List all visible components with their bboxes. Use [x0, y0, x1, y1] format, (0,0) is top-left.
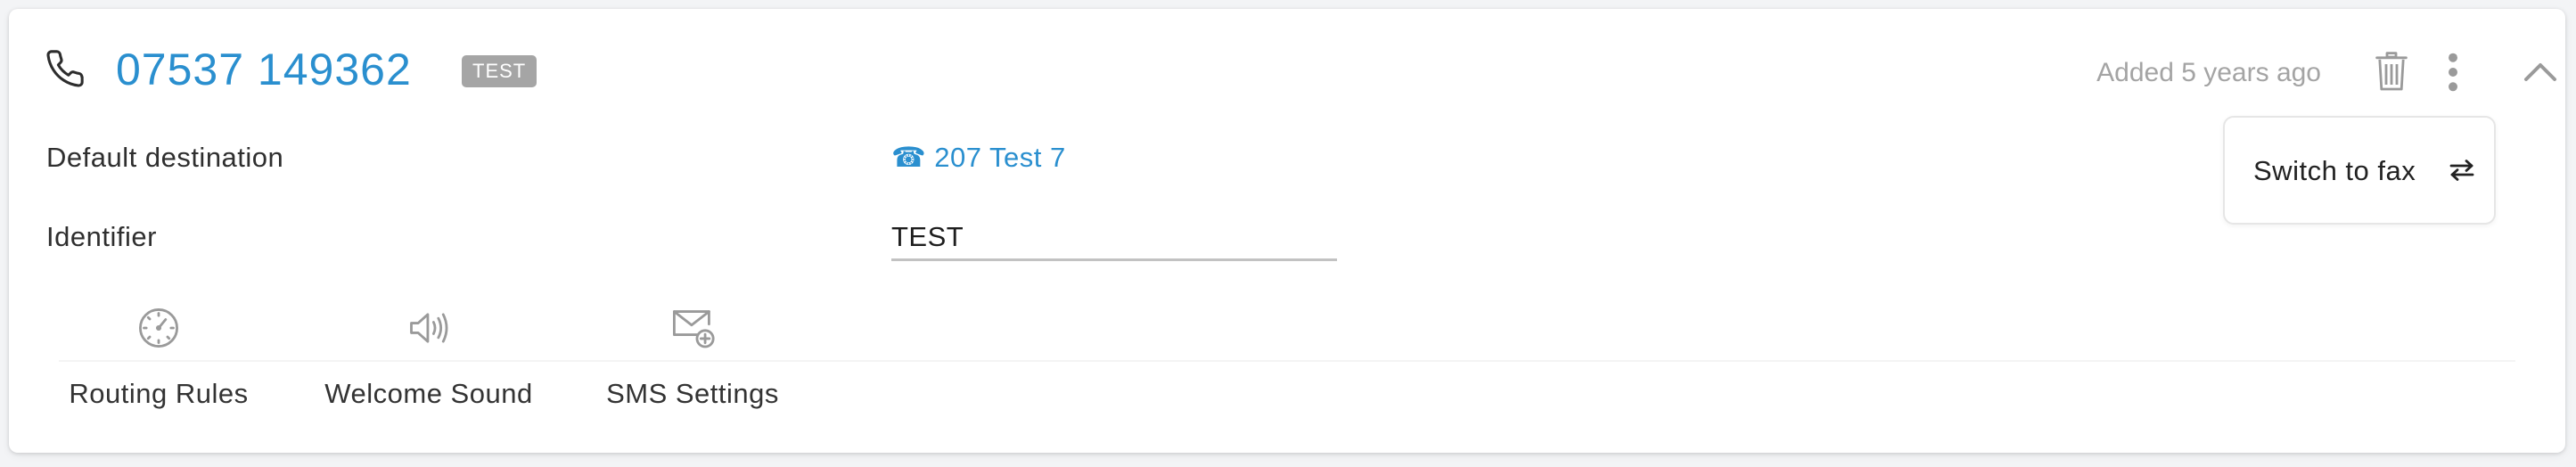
- switch-to-fax-label: Switch to fax: [2253, 155, 2416, 186]
- routing-rules-button[interactable]: Routing Rules: [61, 305, 257, 412]
- routing-rules-label: Routing Rules: [69, 378, 249, 409]
- envelope-plus-icon: [673, 310, 715, 348]
- welcome-sound-button[interactable]: Welcome Sound: [312, 305, 546, 412]
- default-destination-link[interactable]: ☎ 207 Test 7: [891, 140, 1066, 176]
- default-destination-label: Default destination: [46, 142, 284, 173]
- vertical-dots-icon[interactable]: [2442, 52, 2464, 93]
- clock-dial-icon: [139, 308, 178, 348]
- switch-to-fax-menu-item[interactable]: Switch to fax: [2223, 116, 2496, 225]
- identifier-tag-badge: TEST: [462, 55, 537, 87]
- speaker-icon: [410, 313, 448, 343]
- identifier-label: Identifier: [46, 221, 157, 252]
- phone-number-title: 07537 149362: [116, 45, 412, 94]
- phone-number-card: 07537 149362 TEST Added 5 years ago Defa…: [9, 9, 2565, 453]
- added-timestamp: Added 5 years ago: [2096, 58, 2321, 87]
- sms-settings-label: SMS Settings: [606, 378, 779, 409]
- swap-arrows-icon: [2449, 160, 2474, 181]
- identifier-input[interactable]: [891, 216, 1337, 261]
- phone-icon: [46, 50, 84, 87]
- trash-icon[interactable]: [2375, 52, 2408, 91]
- chevron-up-icon[interactable]: [2523, 61, 2558, 84]
- sms-settings-button[interactable]: SMS Settings: [597, 305, 788, 412]
- welcome-sound-label: Welcome Sound: [324, 378, 533, 409]
